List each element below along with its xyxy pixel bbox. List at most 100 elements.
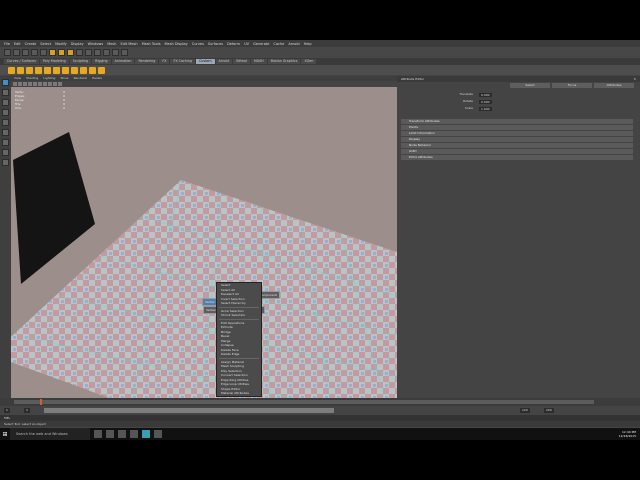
context-menu-item[interactable]: Material Attributes [217,391,261,396]
attr-section[interactable]: Node Behavior [401,143,633,148]
poly-plane-icon[interactable] [53,66,60,74]
menu-item[interactable]: Create [25,42,37,46]
menu-item[interactable]: Cache [273,42,284,46]
menu-item[interactable]: Surfaces [208,42,223,46]
attr-field[interactable]: 0.000 [479,92,492,97]
layout-outliner-icon[interactable] [2,159,9,166]
shelf-tab[interactable]: Arnold [215,59,233,64]
select-component-icon[interactable] [67,49,74,56]
menu-item[interactable]: Help [304,42,312,46]
taskbar-search[interactable]: Search the web and Windows [10,428,90,440]
bevel-icon[interactable] [98,66,105,74]
poly-cone-icon[interactable] [35,66,42,74]
playhead[interactable] [40,399,42,405]
context-menu-item[interactable]: Shrink Selection [217,313,261,318]
attr-tab[interactable]: Select [510,83,550,88]
menu-item[interactable]: UV [244,42,249,46]
shelf-tab[interactable]: Custom [196,59,215,64]
time-track[interactable] [14,400,594,404]
shelf-tab[interactable]: Rigging [92,59,111,64]
shelf-tab[interactable]: XGen [301,59,317,64]
menu-item[interactable]: Modify [55,42,67,46]
shelf-tab[interactable]: Motion Graphics [267,59,301,64]
poly-cylinder-icon[interactable] [26,66,33,74]
menu-item[interactable]: Curves [192,42,204,46]
attr-section[interactable]: Display [401,137,633,142]
range-bar[interactable] [44,408,334,413]
shelf-tab[interactable]: Curves / Surfaces [4,59,39,64]
save-scene-icon[interactable] [22,49,29,56]
open-scene-icon[interactable] [13,49,20,56]
poly-cube-icon[interactable] [17,66,24,74]
render-settings-icon[interactable] [121,49,128,56]
select-hierarchy-icon[interactable] [49,49,56,56]
attr-section[interactable]: Extra Attributes [401,155,633,160]
poly-sphere-icon[interactable] [8,66,15,74]
undo-icon[interactable] [31,49,38,56]
new-scene-icon[interactable] [4,49,11,56]
menu-item[interactable]: Mesh Display [165,42,188,46]
shelf-tab[interactable]: FX Caching [170,59,195,64]
lasso-tool-icon[interactable] [2,89,9,96]
layout-single-icon[interactable] [2,139,9,146]
menu-item[interactable]: Edit Mesh [120,42,137,46]
windows-start-icon[interactable]: ⊞ [0,428,10,440]
attr-section[interactable]: Limit Information [401,131,633,136]
attr-section[interactable]: UUID [401,149,633,154]
time-slider[interactable] [0,398,640,406]
maya-app-icon[interactable] [142,430,150,438]
edge-icon[interactable] [106,430,114,438]
combine-icon[interactable] [62,66,69,74]
store-icon[interactable] [130,430,138,438]
menu-item[interactable]: Display [71,42,84,46]
shelf-tab[interactable]: Bifrost [233,59,250,64]
close-icon[interactable]: ✕ [633,76,636,82]
anim-end-field[interactable]: 200 [544,408,554,413]
attr-section[interactable]: Transform Attributes [401,119,633,124]
clock[interactable]: 12:40 PM 12/18/2015 [619,430,640,438]
shelf-tab[interactable]: Poly Modeling [39,59,69,64]
snap-curve-icon[interactable] [85,49,92,56]
range-start-field[interactable]: 1 [4,408,10,413]
attr-tab[interactable]: Focus [552,83,592,88]
ipr-render-icon[interactable] [112,49,119,56]
bridge-icon[interactable] [89,66,96,74]
menu-item[interactable]: Deform [227,42,240,46]
menu-item[interactable]: Mesh [107,42,116,46]
menu-item[interactable]: Edit [14,42,21,46]
rotate-tool-icon[interactable] [2,119,9,126]
redo-icon[interactable] [40,49,47,56]
range-end-field[interactable]: 120 [520,408,530,413]
separate-icon[interactable] [71,66,78,74]
range-current-field[interactable]: 1 [24,408,30,413]
explorer-icon[interactable] [118,430,126,438]
shelf-tab[interactable]: Sculpting [69,59,92,64]
menu-item[interactable]: File [4,42,10,46]
shelf-tab[interactable]: MASH [250,59,267,64]
snap-grid-icon[interactable] [76,49,83,56]
attr-section[interactable]: Pivots [401,125,633,130]
context-menu-item[interactable]: Delete Edge [217,352,261,357]
attr-tab[interactable]: Attributes [594,83,634,88]
scale-tool-icon[interactable] [2,129,9,136]
menu-item[interactable]: Mesh Tools [142,42,161,46]
move-tool-icon[interactable] [2,109,9,116]
menu-item[interactable]: Arnold [288,42,299,46]
render-icon[interactable] [103,49,110,56]
extrude-icon[interactable] [80,66,87,74]
attr-field[interactable]: 1.000 [479,106,492,111]
shelf-tab[interactable]: Rendering [135,59,159,64]
app-icon[interactable] [154,430,162,438]
menu-item[interactable]: Select [40,42,51,46]
poly-torus-icon[interactable] [44,66,51,74]
task-view-icon[interactable] [94,430,102,438]
viewport-panel[interactable]: View Shading Lighting Show Renderer Panels [11,76,397,398]
select-object-icon[interactable] [58,49,65,56]
paint-select-tool-icon[interactable] [2,99,9,106]
layout-four-icon[interactable] [2,149,9,156]
context-menu-item[interactable]: Select Hierarchy [217,301,261,306]
select-tool-icon[interactable] [2,79,9,86]
shelf-tab[interactable]: FX [159,59,170,64]
snap-point-icon[interactable] [94,49,101,56]
attr-field[interactable]: 0.000 [479,99,492,104]
